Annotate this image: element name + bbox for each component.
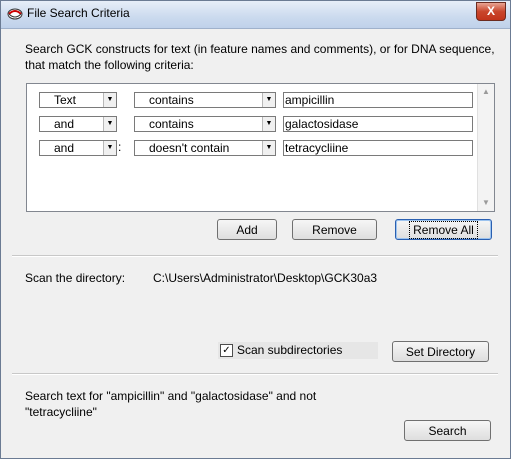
divider (12, 373, 498, 375)
file-search-criteria-dialog: File Search Criteria X Search GCK constr… (0, 0, 511, 459)
window-title: File Search Criteria (27, 6, 130, 20)
operator-select[interactable]: contains ▼ (134, 92, 276, 108)
chevron-down-icon[interactable]: ▼ (103, 141, 116, 155)
operator-select-value: contains (149, 93, 194, 107)
checkbox-check-icon[interactable]: ✓ (220, 344, 233, 357)
search-term-input[interactable]: tetracycliine (283, 140, 473, 156)
field-select[interactable]: and ▼ (39, 116, 117, 132)
operator-select[interactable]: contains ▼ (134, 116, 276, 132)
criteria-row: and ▼ : doesn't contain ▼ tetracycliine (27, 140, 477, 158)
row-separator: : (118, 140, 122, 154)
remove-button[interactable]: Remove (292, 219, 377, 240)
criteria-row: and ▼ contains ▼ galactosidase (27, 116, 477, 134)
criteria-row: Text ▼ contains ▼ ampicillin (27, 92, 477, 110)
criteria-list: Text ▼ contains ▼ ampicillin and ▼ conta… (26, 83, 495, 212)
set-directory-button[interactable]: Set Directory (392, 341, 489, 362)
search-term-input[interactable]: ampicillin (283, 92, 473, 108)
app-icon (7, 7, 23, 21)
intro-text: Search GCK constructs for text (in featu… (25, 42, 495, 72)
divider (12, 255, 498, 257)
scroll-down-icon[interactable]: ▼ (478, 195, 494, 211)
scroll-up-icon[interactable]: ▲ (478, 84, 494, 100)
chevron-down-icon[interactable]: ▼ (103, 117, 116, 131)
field-select-value: Text (54, 93, 77, 107)
field-select-value: and (54, 141, 75, 155)
search-term-input[interactable]: galactosidase (283, 116, 473, 132)
close-icon: X (486, 4, 495, 18)
operator-select-value: doesn't contain (149, 141, 230, 155)
chevron-down-icon[interactable]: ▼ (103, 93, 116, 107)
search-button[interactable]: Search (404, 420, 491, 441)
directory-label: Scan the directory: (25, 271, 126, 285)
chevron-down-icon[interactable]: ▼ (262, 141, 275, 155)
scan-subdirectories-checkbox[interactable]: ✓ Scan subdirectories (218, 342, 378, 359)
remove-button-label: Remove (312, 223, 357, 237)
title-bar[interactable]: File Search Criteria X (1, 1, 510, 29)
search-summary-text: Search text for "ampicillin" and "galact… (25, 389, 317, 419)
scan-subdirectories-label: Scan subdirectories (237, 343, 343, 357)
chevron-down-icon[interactable]: ▼ (262, 117, 275, 131)
field-select-value: and (54, 117, 75, 131)
directory-path: C:\Users\Administrator\Desktop\GCK30a3 (153, 271, 378, 285)
field-select[interactable]: and ▼ (39, 140, 117, 156)
chevron-down-icon[interactable]: ▼ (262, 93, 275, 107)
close-button[interactable]: X (476, 2, 506, 21)
field-select[interactable]: Text ▼ (39, 92, 117, 108)
add-button-label: Add (236, 223, 258, 237)
set-directory-button-label: Set Directory (405, 345, 476, 359)
remove-all-button[interactable]: Remove All (395, 219, 492, 240)
remove-all-button-label: Remove All (409, 221, 478, 239)
vertical-scrollbar[interactable]: ▲ ▼ (477, 84, 494, 211)
search-button-label: Search (428, 424, 467, 438)
add-button[interactable]: Add (217, 219, 277, 240)
operator-select-value: contains (149, 117, 194, 131)
operator-select[interactable]: doesn't contain ▼ (134, 140, 276, 156)
